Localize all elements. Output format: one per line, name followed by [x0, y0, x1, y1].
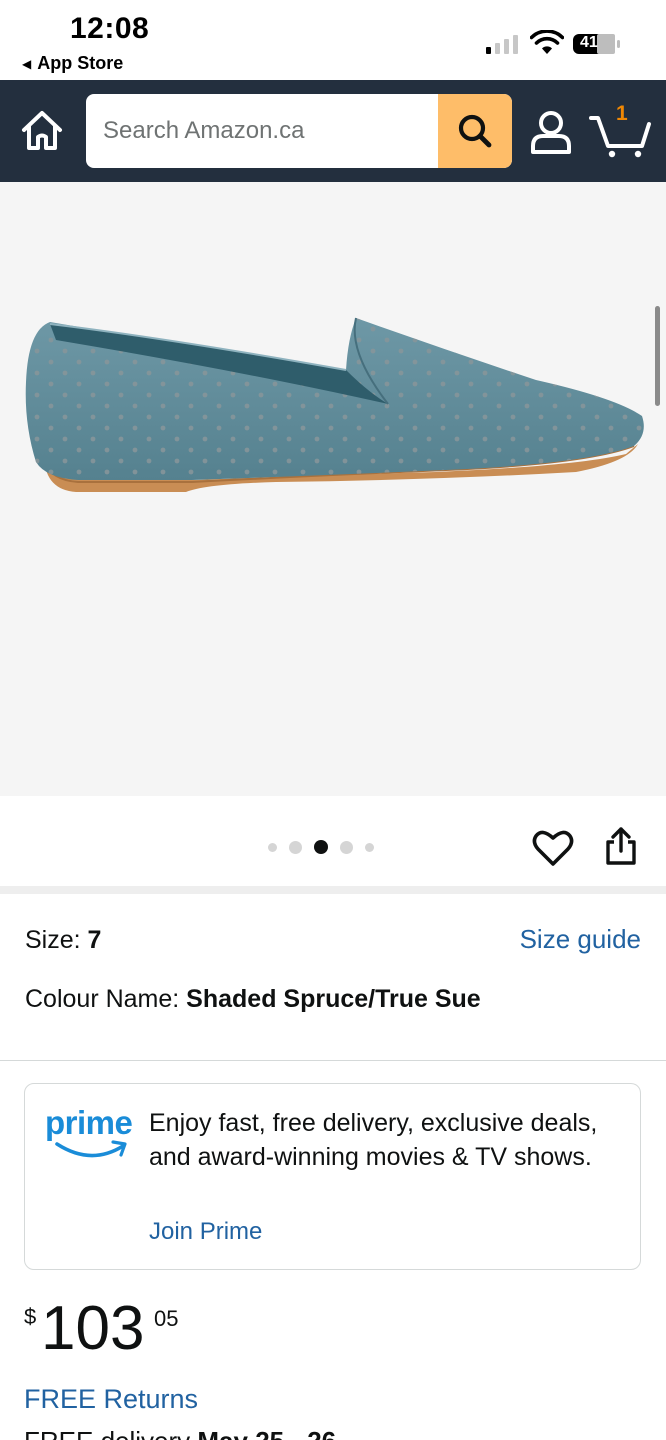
- size-label: Size: 7: [25, 926, 102, 954]
- gallery-dot[interactable]: [365, 842, 374, 852]
- gallery-dot[interactable]: [340, 840, 353, 854]
- search-icon: [458, 114, 492, 148]
- free-returns-link[interactable]: FREE Returns: [24, 1384, 198, 1415]
- status-time: 12:08: [70, 12, 150, 45]
- section-divider: [0, 1060, 666, 1061]
- gallery-dot[interactable]: [268, 842, 277, 852]
- gallery-dot-active[interactable]: [314, 840, 328, 854]
- gallery-pagination[interactable]: [268, 840, 374, 854]
- prime-smile-icon: [55, 1140, 127, 1158]
- section-divider: [0, 886, 666, 894]
- share-icon[interactable]: [604, 826, 638, 866]
- product-image-gallery[interactable]: [0, 182, 666, 796]
- back-app-label: App Store: [37, 53, 124, 73]
- price-fraction: 05: [154, 1306, 179, 1331]
- back-triangle-icon: ◀: [22, 56, 32, 71]
- battery-level: 41: [580, 34, 598, 51]
- account-icon[interactable]: [528, 108, 574, 156]
- size-guide-link[interactable]: Size guide: [520, 924, 641, 955]
- battery-icon: 41: [572, 32, 622, 56]
- join-prime-link[interactable]: Join Prime: [149, 1218, 262, 1246]
- colour-value: Shaded Spruce/True Sue: [186, 985, 481, 1013]
- prime-promo-card: prime Enjoy fast, free delivery, exclusi…: [24, 1083, 641, 1270]
- cart-button[interactable]: 1: [588, 102, 654, 158]
- price-whole: 103: [41, 1294, 145, 1363]
- back-to-app-store[interactable]: ◀ App Store: [22, 53, 123, 74]
- search-input[interactable]: [86, 94, 438, 168]
- prime-message: Enjoy fast, free delivery, exclusive dea…: [149, 1109, 598, 1171]
- amazon-header: 1: [0, 80, 666, 182]
- cart-count-badge: 1: [616, 102, 628, 125]
- price-currency: $: [24, 1304, 37, 1329]
- size-row: Size: 7 Size guide: [25, 922, 641, 958]
- cellular-signal-icon: [486, 35, 518, 54]
- search-button[interactable]: [438, 94, 512, 168]
- prime-logo-text: prime: [45, 1104, 133, 1141]
- heart-icon[interactable]: [532, 828, 574, 868]
- gallery-actions-row: [0, 796, 666, 886]
- wifi-icon: [530, 30, 564, 54]
- status-bar: 12:08 ◀ App Store 41: [0, 0, 666, 80]
- delivery-date: May 25 - 26: [197, 1426, 336, 1440]
- search-bar: [86, 94, 512, 168]
- product-image-loafer: [25, 317, 644, 492]
- delivery-info: FREE delivery May 25 - 26: [24, 1426, 336, 1440]
- home-icon[interactable]: [20, 108, 64, 154]
- prime-logo: prime: [45, 1104, 135, 1164]
- size-value: 7: [87, 926, 102, 954]
- colour-name: Colour Name: Shaded Spruce/True Sue: [25, 985, 481, 1013]
- gallery-dot[interactable]: [289, 840, 302, 854]
